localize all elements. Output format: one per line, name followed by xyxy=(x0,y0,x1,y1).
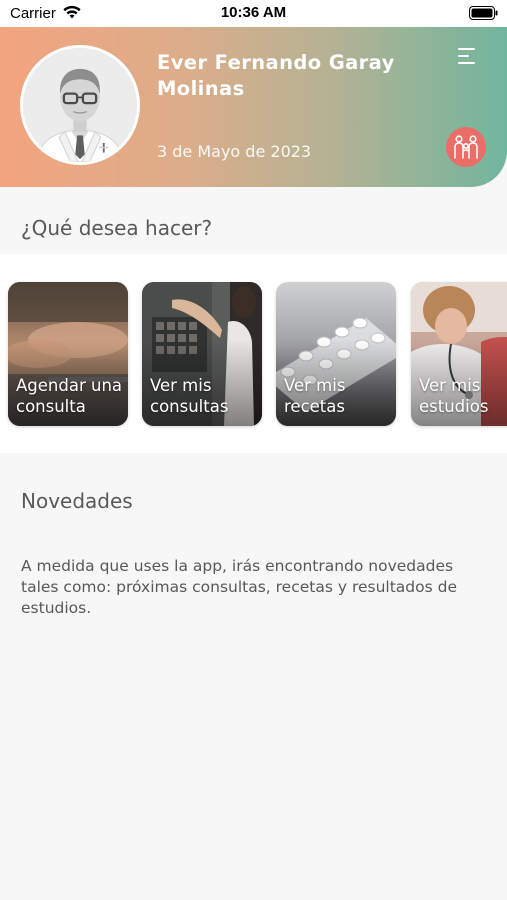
family-members-button[interactable] xyxy=(446,127,486,167)
news-title: Novedades xyxy=(21,489,133,513)
actions-section-header: ¿Qué desea hacer? xyxy=(0,187,507,254)
card-my-studies[interactable]: Ver mis estudios xyxy=(411,282,507,426)
current-date: 3 de Mayo de 2023 xyxy=(157,142,312,161)
battery-icon xyxy=(469,6,498,20)
card-label: Ver mis consultas xyxy=(150,376,229,416)
status-time: 10:36 AM xyxy=(220,4,287,21)
card-label: Ver mis estudios xyxy=(419,376,489,416)
user-name: Ever Fernando Garay Molinas xyxy=(157,51,395,100)
actions-carousel[interactable]: Agendar una consulta Ver mis consultas V… xyxy=(0,254,507,453)
card-schedule-appointment[interactable]: Agendar una consulta xyxy=(8,282,128,426)
actions-title: ¿Qué desea hacer? xyxy=(21,216,213,240)
app-screen: Carrier 10:36 AM Ever Fernando Garay Mol… xyxy=(0,0,507,900)
doctor-avatar-icon xyxy=(23,48,137,162)
avatar[interactable] xyxy=(20,45,140,165)
card-label: Ver mis recetas xyxy=(284,376,346,416)
family-icon xyxy=(454,135,478,159)
hamburger-menu-icon[interactable] xyxy=(458,47,478,65)
status-bar: Carrier 10:36 AM xyxy=(0,0,507,27)
card-my-prescriptions[interactable]: Ver mis recetas xyxy=(276,282,396,426)
card-label: Agendar una consulta xyxy=(16,376,123,416)
news-section: Novedades A medida que uses la app, irás… xyxy=(0,453,507,900)
profile-header: Ever Fernando Garay Molinas 3 de Mayo de… xyxy=(0,27,507,187)
news-description: A medida que uses la app, irás encontran… xyxy=(21,557,458,617)
card-my-appointments[interactable]: Ver mis consultas xyxy=(142,282,262,426)
